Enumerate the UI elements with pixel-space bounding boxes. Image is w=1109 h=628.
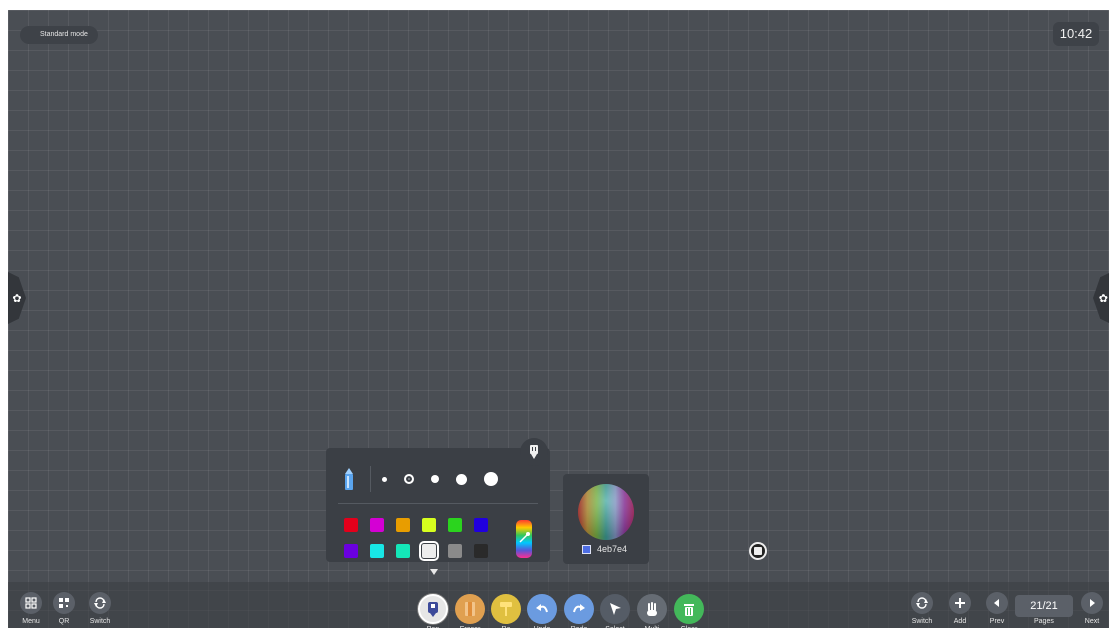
- color-picker-panel: 4eb7e4: [563, 474, 649, 564]
- color-swatch[interactable]: [396, 544, 410, 558]
- tool-multi[interactable]: Multi: [637, 594, 667, 628]
- page-indicator[interactable]: 21/21: [1015, 595, 1073, 617]
- pen-settings-panel: [326, 438, 550, 562]
- rainbow-picker-icon: [519, 532, 530, 543]
- color-swatch[interactable]: [474, 544, 488, 558]
- color-swatch[interactable]: [474, 518, 488, 532]
- multitouch-icon: [637, 594, 667, 624]
- size-option-3[interactable]: [431, 475, 439, 483]
- pin-button[interactable]: [520, 438, 548, 466]
- eraser-icon: [455, 594, 485, 624]
- color-swatch[interactable]: [448, 518, 462, 532]
- roller-icon: [491, 594, 521, 624]
- custom-color-button[interactable]: [516, 520, 532, 558]
- tool-eraser[interactable]: Eraser: [455, 594, 485, 628]
- pen-type-button[interactable]: [344, 468, 354, 490]
- settings-icon: ✿: [1098, 292, 1108, 305]
- size-option-4[interactable]: [456, 473, 467, 485]
- undo-icon: [527, 594, 557, 624]
- switch-icon: [911, 592, 933, 614]
- mode-label[interactable]: Standard mode: [20, 26, 98, 44]
- size-option-5[interactable]: [484, 472, 498, 486]
- pin-icon: [530, 445, 538, 459]
- color-swatch[interactable]: [344, 544, 358, 558]
- hex-value-row[interactable]: 4eb7e4: [582, 544, 627, 554]
- clock: 10:42: [1053, 22, 1099, 46]
- switch-button-left[interactable]: Switch: [89, 592, 111, 625]
- qr-icon: [53, 592, 75, 614]
- color-swatch[interactable]: [396, 518, 410, 532]
- panel-divider: [370, 466, 371, 492]
- menu-button[interactable]: Menu: [20, 592, 42, 625]
- tool-redo[interactable]: Redo: [564, 594, 594, 628]
- prev-icon: [986, 592, 1008, 614]
- size-option-1[interactable]: [382, 476, 387, 482]
- plus-icon: [949, 592, 971, 614]
- color-swatch[interactable]: [419, 541, 439, 561]
- grid-icon: [20, 592, 42, 614]
- pen-icon: [418, 594, 448, 624]
- stroke-size-selector: [382, 472, 515, 486]
- pencil-icon: [345, 468, 353, 490]
- prev-page-button[interactable]: Prev: [986, 592, 1008, 625]
- settings-icon: ✿: [12, 292, 22, 305]
- color-swatches: [344, 518, 488, 561]
- pages-label: Pages: [1034, 618, 1054, 625]
- right-side-tab[interactable]: ✿: [1093, 272, 1109, 324]
- color-spectrum[interactable]: [578, 484, 634, 540]
- qr-label: QR: [58, 618, 70, 625]
- hex-value: 4eb7e4: [597, 544, 628, 554]
- panel-divider: [338, 503, 538, 504]
- tool-ro[interactable]: Ro: [491, 594, 521, 628]
- cursor-icon: [600, 594, 630, 624]
- switch-label: Switch: [911, 618, 933, 625]
- color-swatch[interactable]: [344, 518, 358, 532]
- size-option-2[interactable]: [404, 474, 414, 484]
- tool-undo[interactable]: Undo: [527, 594, 557, 628]
- whiteboard-canvas[interactable]: Standard mode 10:42 ✿ ✿ 4eb7e4 Menu QR S…: [8, 10, 1109, 628]
- left-side-tab[interactable]: ✿: [8, 272, 26, 324]
- add-page-button[interactable]: Add: [949, 592, 971, 625]
- tool-pen[interactable]: Pen: [418, 594, 448, 628]
- menu-label: Menu: [22, 618, 40, 625]
- floating-stop-button[interactable]: [749, 542, 767, 560]
- bottom-toolbar: Menu QR Switch PenEraserRoUndoRedoSelect…: [8, 582, 1109, 628]
- qr-button[interactable]: QR: [53, 592, 75, 625]
- caret-down-icon: [430, 569, 438, 575]
- next-icon: [1081, 592, 1103, 614]
- next-page-button[interactable]: Next: [1081, 592, 1103, 625]
- redo-icon: [564, 594, 594, 624]
- current-color-swatch: [582, 544, 591, 554]
- tool-select[interactable]: Select: [600, 594, 630, 628]
- prev-label: Prev: [989, 618, 1005, 625]
- tool-clear[interactable]: Clear: [674, 594, 704, 628]
- switch-button-right[interactable]: Switch: [911, 592, 933, 625]
- color-swatch[interactable]: [448, 544, 462, 558]
- square-icon: [754, 547, 762, 555]
- add-label: Add: [953, 618, 967, 625]
- color-swatch[interactable]: [422, 518, 436, 532]
- switch-label: Switch: [89, 618, 111, 625]
- switch-icon: [89, 592, 111, 614]
- next-label: Next: [1084, 618, 1100, 625]
- trash-icon: [674, 594, 704, 624]
- color-swatch[interactable]: [370, 518, 384, 532]
- color-swatch[interactable]: [370, 544, 384, 558]
